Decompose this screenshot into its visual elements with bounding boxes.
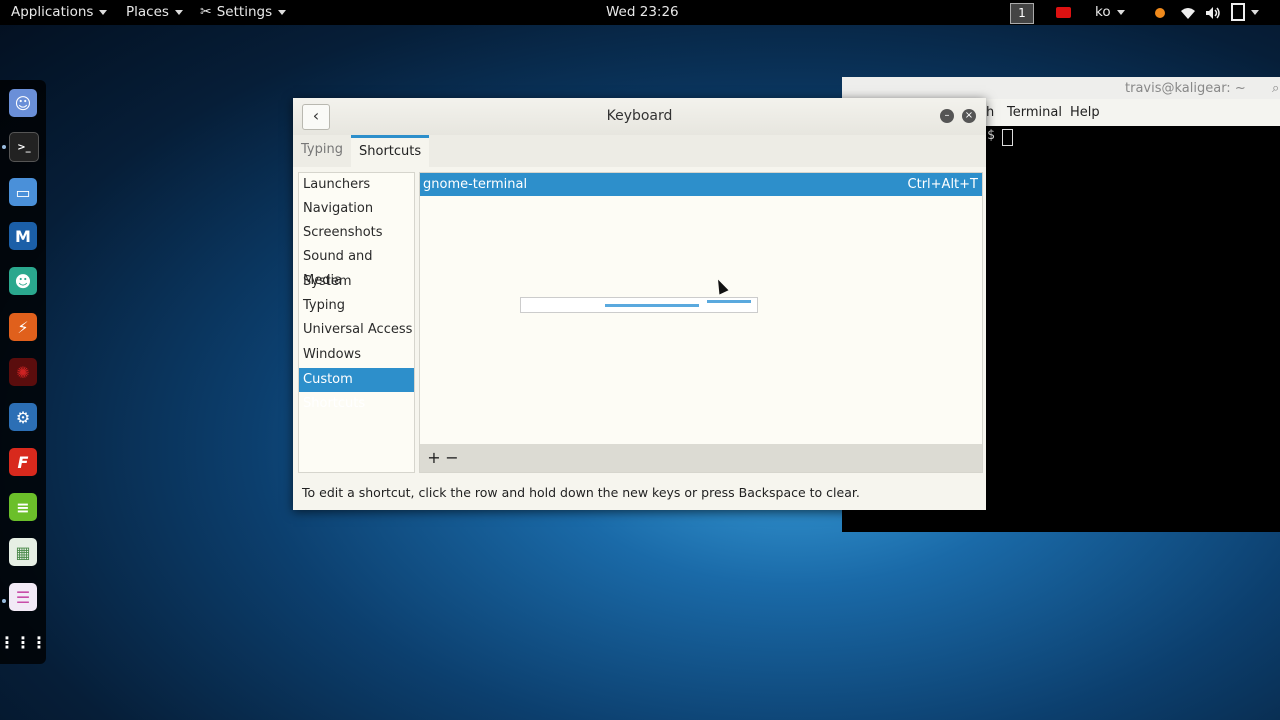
settings-label: Settings — [216, 4, 273, 20]
chevron-down-icon — [1251, 9, 1259, 15]
category-typing[interactable]: Typing — [299, 294, 414, 318]
chevron-down-icon — [99, 9, 108, 15]
shortcut-accel: Ctrl+Alt+T — [907, 177, 978, 192]
category-windows[interactable]: Windows — [299, 343, 414, 367]
tab-bar: Typing Shortcuts — [293, 135, 986, 170]
places-menu[interactable]: Places — [126, 0, 183, 25]
volume-icon[interactable] — [1205, 0, 1221, 25]
category-screenshots[interactable]: Screenshots — [299, 221, 414, 245]
ghost-bar — [605, 304, 699, 307]
terminal-title: travis@kaligear: ~ — [1125, 81, 1246, 96]
toggle-app-icon[interactable]: ☰ — [9, 583, 37, 611]
files-app-icon[interactable]: ▭ — [9, 178, 37, 206]
workspace-indicator[interactable]: 1 — [1010, 3, 1034, 24]
minimize-button[interactable]: – — [940, 109, 954, 123]
metasploit-app-icon[interactable]: M — [9, 222, 37, 250]
shortcut-toolbar: + − — [420, 444, 982, 472]
category-universal-access[interactable]: Universal Access — [299, 318, 414, 342]
shortcut-name: gnome-terminal — [423, 177, 528, 192]
minimize-icon: – — [944, 110, 950, 121]
dialog-header: ‹ Keyboard – × — [293, 98, 986, 136]
remove-shortcut-button[interactable]: − — [443, 449, 461, 467]
terminal-app-icon[interactable]: >_ — [9, 132, 39, 162]
notes-app-icon[interactable]: ≡ — [9, 493, 37, 521]
clock[interactable]: Wed 23:26 — [606, 0, 679, 25]
applications-label: Applications — [11, 4, 94, 20]
terminal-cursor — [1002, 129, 1013, 146]
places-label: Places — [126, 4, 169, 20]
settings-menu[interactable]: ✂ Settings — [200, 0, 287, 25]
red-app-indicator-icon[interactable] — [1056, 0, 1071, 25]
faraday-app-icon[interactable]: F — [9, 448, 37, 476]
maltego-app-icon[interactable]: ⚙ — [9, 403, 37, 431]
category-launchers[interactable]: Launchers — [299, 173, 414, 197]
redapp-icon[interactable]: ✺ — [9, 358, 37, 386]
search-icon[interactable]: ⌕ — [1272, 81, 1279, 96]
chevron-down-icon — [1116, 9, 1125, 15]
chevron-down-icon — [278, 9, 287, 15]
tab-shortcuts[interactable]: Shortcuts — [351, 135, 430, 170]
close-icon: × — [964, 110, 974, 121]
running-indicator — [2, 599, 6, 603]
category-system[interactable]: System — [299, 270, 414, 294]
chevron-down-icon — [174, 9, 183, 15]
burp-app-icon[interactable]: ⚡ — [9, 313, 37, 341]
power-menu[interactable] — [1231, 0, 1259, 25]
shortcut-row[interactable]: gnome-terminal Ctrl+Alt+T — [420, 173, 982, 196]
show-apps-icon[interactable]: ⋮⋮⋮ — [0, 628, 47, 656]
dialog-title: Keyboard — [606, 108, 673, 124]
dash-dock: ☺ >_ ▭ M ☻ ⚡ ✺ ⚙ F ≡ ▦ ☰ ⋮⋮⋮ — [0, 80, 47, 664]
terminal-titlebar[interactable]: travis@kaligear: ~ ⌕ — [842, 77, 1280, 99]
add-shortcut-button[interactable]: + — [425, 449, 443, 467]
top-bar: Applications Places ✂ Settings Wed 23:26 … — [0, 0, 1280, 25]
wifi-icon[interactable] — [1180, 0, 1196, 25]
running-indicator — [2, 145, 6, 149]
chat-app-icon[interactable]: ☺ — [9, 89, 37, 117]
terminal-prompt: $ — [987, 128, 995, 143]
tab-typing[interactable]: Typing — [293, 135, 351, 167]
shortcut-category-list: Launchers Navigation Screenshots Sound a… — [298, 172, 415, 473]
battery-icon — [1231, 3, 1245, 21]
category-navigation[interactable]: Navigation — [299, 197, 414, 221]
keyboard-dialog: ‹ Keyboard – × Typing Shortcuts Launcher… — [293, 98, 986, 510]
menu-search[interactable]: h — [986, 105, 994, 120]
anime-app-icon[interactable]: ☻ — [9, 267, 37, 295]
menu-help[interactable]: Help — [1070, 105, 1100, 120]
menu-terminal[interactable]: Terminal — [1007, 105, 1062, 120]
category-custom-shortcuts[interactable]: Custom Shortcuts — [299, 368, 414, 411]
ghost-bar — [707, 300, 751, 303]
hint-text: To edit a shortcut, click the row and ho… — [302, 485, 860, 500]
category-sound-and-media[interactable]: Sound and Media — [299, 245, 414, 288]
applications-menu[interactable]: Applications — [11, 0, 108, 25]
input-method-label: ko — [1095, 4, 1111, 20]
status-dot-icon[interactable] — [1155, 0, 1165, 25]
shortcut-list: gnome-terminal Ctrl+Alt+T + − — [419, 172, 983, 473]
wrench-icon: ✂ — [200, 4, 212, 20]
close-button[interactable]: × — [962, 109, 976, 123]
drag-ghost-row — [520, 297, 758, 313]
calculator-app-icon[interactable]: ▦ — [9, 538, 37, 566]
input-method-menu[interactable]: ko — [1095, 0, 1125, 25]
